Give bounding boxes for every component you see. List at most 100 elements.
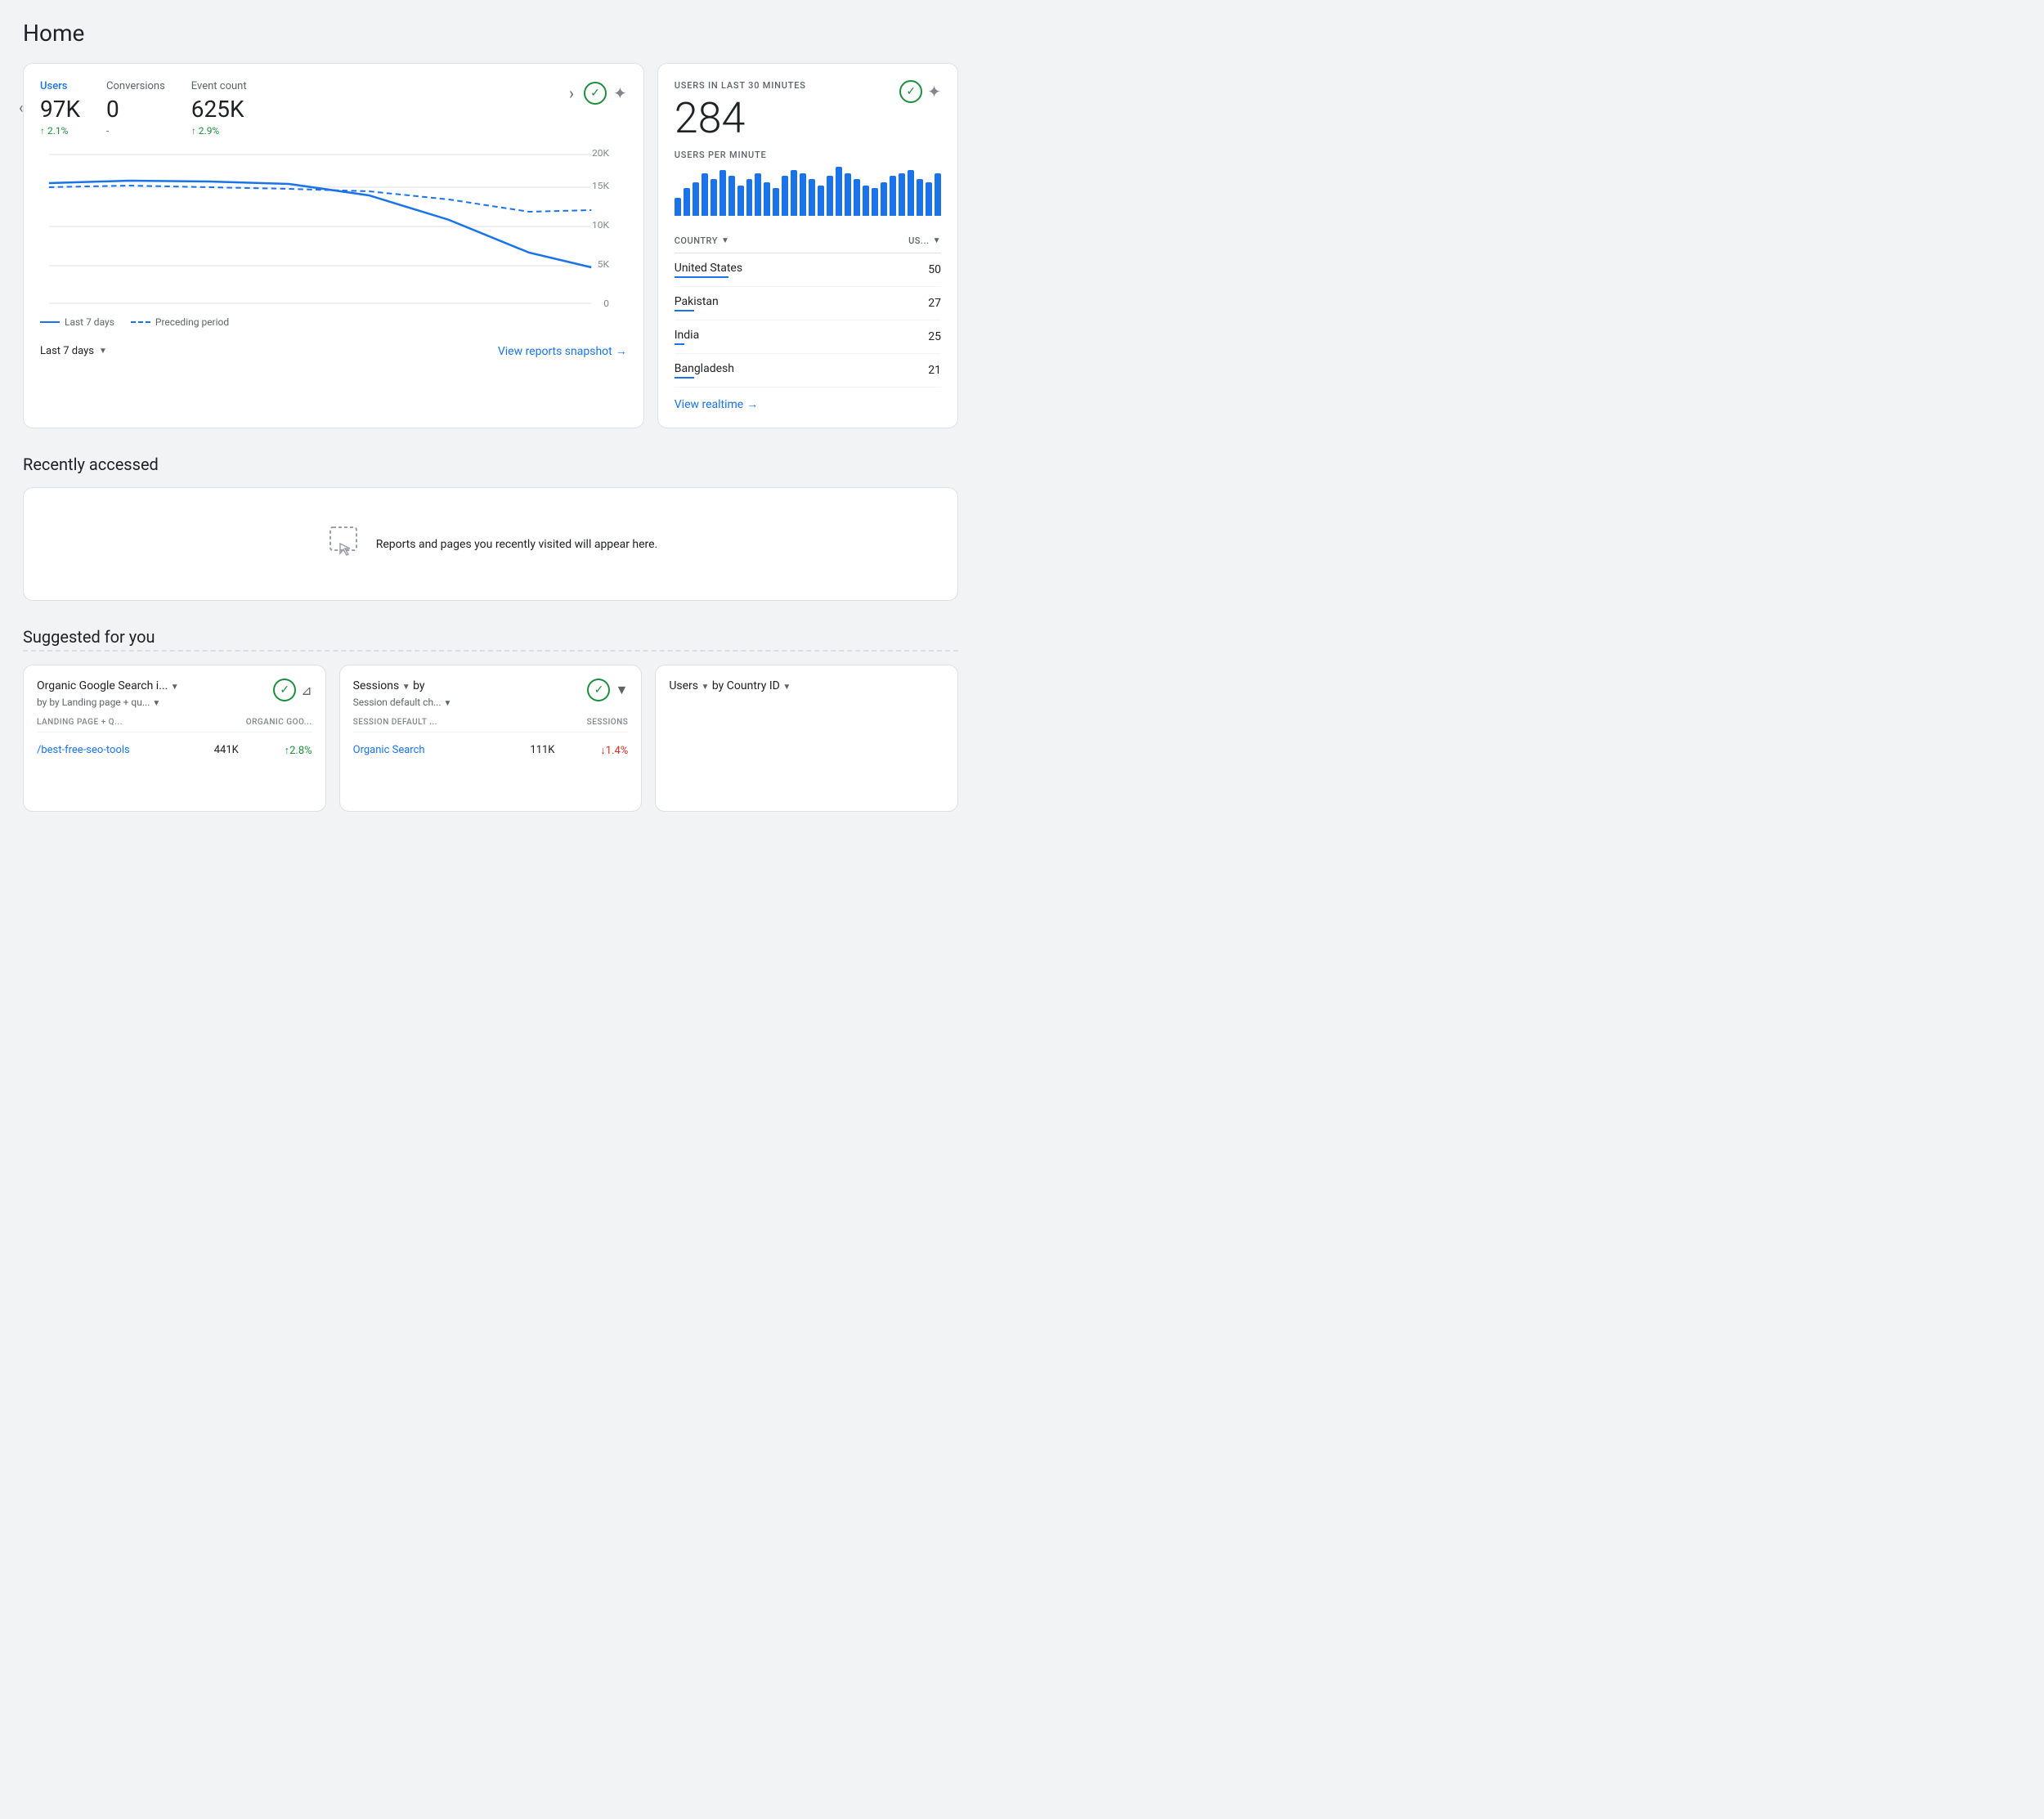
date-dropdown-arrow: ▼ [99, 347, 107, 356]
country-name: Pakistan [675, 295, 719, 311]
country-row: India 25 [675, 320, 941, 354]
recently-accessed-empty: Reports and pages you recently visited w… [23, 487, 958, 601]
realtime-header: USERS IN LAST 30 MINUTES 284 ✓ ✦ [675, 80, 941, 140]
legend-dashed: Preceding period [131, 316, 229, 328]
realtime-sparkle-icon[interactable]: ✦ [927, 82, 941, 101]
view-realtime-link[interactable]: View realtime → [675, 397, 941, 411]
bar-item [908, 170, 914, 216]
suggested-card-1-row-1[interactable]: /best-free-seo-tools 441K ↑2.8% [37, 739, 312, 762]
card-footer: Last 7 days ▼ View reports snapshot → [40, 338, 627, 358]
suggested-card-organic: Organic Google Search i... ▼ by by Landi… [23, 665, 326, 812]
card-1-filter-icon[interactable]: ⊿ [301, 683, 312, 698]
main-analytics-card: ‹ Users 97K 2.1% Conversions 0 - Event c… [23, 63, 644, 428]
card-2-subtitle-dropdown[interactable]: ▼ [444, 699, 452, 708]
country-count: 21 [928, 364, 941, 377]
country-name: Bangladesh [675, 362, 734, 379]
suggested-section: Suggested for you Organic Google Search … [23, 627, 958, 812]
legend-label-solid: Last 7 days [65, 316, 114, 328]
country-table-body: United States 50 Pakistan 27 India 25 Ba… [675, 253, 941, 388]
realtime-check-icon[interactable]: ✓ [899, 80, 922, 103]
card-2-dropdown-icon[interactable]: ▼ [615, 682, 628, 698]
country-filter[interactable]: COUNTRY ▼ [675, 235, 730, 246]
legend-line-dashed [131, 321, 150, 323]
realtime-count: 284 [675, 97, 806, 140]
bar-item [800, 173, 806, 217]
country-name: India [675, 329, 699, 345]
view-reports-snapshot-link[interactable]: View reports snapshot → [498, 344, 627, 358]
bar-item [854, 179, 860, 216]
country-row: Bangladesh 21 [675, 354, 941, 388]
metric-value-conversions: 0 [106, 96, 165, 123]
bar-item [881, 182, 887, 216]
realtime-card-actions: ✓ ✦ [899, 80, 941, 103]
realtime-label: USERS IN LAST 30 MINUTES [675, 80, 806, 91]
realtime-footer: View realtime → [675, 397, 941, 411]
country-bar [675, 377, 694, 379]
suggested-card-2-row-1[interactable]: Organic Search 111K ↓1.4% [353, 739, 629, 762]
bar-item [935, 173, 941, 217]
suggested-card-2-subtitle: Session default ch... ▼ [353, 697, 452, 708]
suggested-card-3-title: Users ▼ by Country ID ▼ [669, 679, 944, 695]
card-3-title-dropdown[interactable]: ▼ [702, 683, 710, 692]
prev-metric-arrow[interactable]: ‹ [16, 96, 26, 120]
suggested-divider [23, 650, 958, 652]
us-filter[interactable]: US... ▼ [908, 235, 941, 246]
card-actions: › ✓ ✦ [566, 80, 627, 106]
card-1-title-dropdown[interactable]: ▼ [171, 683, 179, 692]
bar-item [863, 186, 869, 217]
bar-item [773, 188, 779, 216]
country-bar [675, 343, 684, 345]
chart-legend: Last 7 days Preceding period [40, 316, 627, 328]
metric-event-count[interactable]: Event count 625K 2.9% [191, 80, 247, 137]
suggested-card-3-header: Users ▼ by Country ID ▼ [669, 679, 944, 695]
bar-item [917, 179, 923, 216]
suggested-card-2-col-headers: SESSION DEFAULT ... SESSIONS [353, 718, 629, 733]
country-table-header: COUNTRY ▼ US... ▼ [675, 229, 941, 253]
bar-item [675, 198, 681, 217]
suggested-card-2-actions: ✓ ▼ [587, 679, 628, 701]
metric-change-users: 2.1% [40, 125, 80, 137]
metric-change-events: 2.9% [191, 125, 247, 137]
suggested-card-sessions: Sessions ▼ by Session default ch... ▼ ✓ … [339, 665, 643, 812]
suggested-card-1-col-headers: LANDING PAGE + Q... ORGANIC GOO... [37, 718, 312, 733]
bar-item [836, 167, 842, 216]
bar-item [791, 170, 797, 216]
suggested-grid: Organic Google Search i... ▼ by by Landi… [23, 665, 958, 812]
legend-label-dashed: Preceding period [155, 316, 229, 328]
card-3-country-dropdown[interactable]: ▼ [782, 683, 791, 692]
bar-item [746, 179, 753, 216]
country-dropdown-arrow: ▼ [721, 236, 729, 245]
bar-item [827, 176, 833, 216]
date-selector[interactable]: Last 7 days ▼ [40, 345, 107, 357]
top-row: ‹ Users 97K 2.1% Conversions 0 - Event c… [23, 63, 958, 428]
realtime-info: USERS IN LAST 30 MINUTES 284 [675, 80, 806, 140]
check-icon[interactable]: ✓ [584, 82, 607, 105]
country-bar [675, 276, 729, 278]
card-1-check-icon[interactable]: ✓ [273, 679, 296, 701]
svg-text:20K: 20K [592, 147, 610, 158]
svg-text:15K: 15K [592, 180, 610, 190]
next-metric-arrow[interactable]: › [566, 80, 577, 106]
bar-item [890, 176, 896, 216]
suggested-card-1-title-group: Organic Google Search i... ▼ by by Landi… [37, 679, 179, 708]
card-1-subtitle-dropdown[interactable]: ▼ [152, 699, 160, 708]
suggested-card-1-title: Organic Google Search i... ▼ [37, 679, 179, 695]
suggested-card-1-actions: ✓ ⊿ [273, 679, 312, 701]
country-count: 27 [928, 297, 941, 310]
metric-users[interactable]: Users 97K 2.1% [40, 80, 80, 137]
metric-change-conversions: - [106, 125, 165, 137]
bar-item [755, 173, 761, 217]
cursor-icon [324, 521, 363, 567]
svg-text:5K: 5K [598, 258, 610, 269]
card-2-check-icon[interactable]: ✓ [587, 679, 610, 701]
card-2-title-dropdown[interactable]: ▼ [402, 683, 410, 692]
bar-item [845, 173, 851, 217]
legend-line-solid [40, 321, 60, 323]
country-row: United States 50 [675, 253, 941, 287]
metric-conversions[interactable]: Conversions 0 - [106, 80, 165, 137]
bar-item [899, 173, 905, 217]
sparkle-icon[interactable]: ✦ [613, 83, 627, 103]
suggested-card-users-country: Users ▼ by Country ID ▼ [655, 665, 958, 812]
bar-item [764, 182, 770, 216]
country-bar [675, 310, 694, 311]
